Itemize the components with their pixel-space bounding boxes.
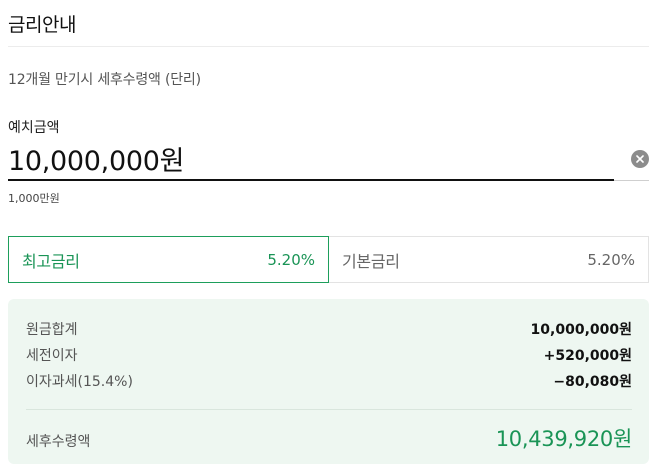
summary-row-interest-tax: 이자과세(15.4%) −80,080원 xyxy=(26,371,632,391)
tab-base-rate-label: 기본금리 xyxy=(342,251,400,271)
title-divider xyxy=(8,46,649,47)
input-underline-rest xyxy=(614,180,649,181)
summary-panel: 원금합계 10,000,000원 세전이자 +520,000원 이자과세(15.… xyxy=(8,299,649,464)
tab-base-rate[interactable]: 기본금리 5.20% xyxy=(329,236,649,283)
summary-row-value: +520,000원 xyxy=(543,348,632,364)
amount-hint: 1,000만원 xyxy=(8,192,60,205)
deposit-amount-input[interactable] xyxy=(8,138,608,178)
summary-row-label: 세전이자 xyxy=(26,348,78,364)
rate-info-screen: 금리안내 12개월 만기시 세후수령액 (단리) 예치금액 1,000만원 최고… xyxy=(0,0,659,465)
summary-row-value: −80,080원 xyxy=(553,374,632,390)
after-tax-amount: 10,439,920원 xyxy=(495,427,633,451)
deposit-amount-label: 예치금액 xyxy=(8,120,60,136)
maturity-subtitle: 12개월 만기시 세후수령액 (단리) xyxy=(8,72,201,88)
summary-row-after-tax: 세후수령액 10,439,920원 xyxy=(26,423,632,453)
tab-max-rate[interactable]: 최고금리 5.20% xyxy=(8,236,329,283)
summary-divider xyxy=(26,409,632,410)
close-icon xyxy=(636,155,644,163)
clear-input-button[interactable] xyxy=(631,150,649,168)
tab-max-rate-label: 최고금리 xyxy=(22,251,80,271)
summary-row-principal: 원금합계 10,000,000원 xyxy=(26,319,632,339)
summary-row-label: 원금합계 xyxy=(26,322,78,338)
input-underline xyxy=(8,179,614,181)
tab-base-rate-value: 5.20% xyxy=(587,250,635,269)
summary-row-value: 10,000,000원 xyxy=(530,322,632,338)
page-title: 금리안내 xyxy=(8,14,76,36)
summary-row-pretax-interest: 세전이자 +520,000원 xyxy=(26,345,632,365)
summary-row-label: 이자과세(15.4%) xyxy=(26,374,133,390)
tab-max-rate-value: 5.20% xyxy=(267,250,315,269)
after-tax-label: 세후수령액 xyxy=(26,434,91,450)
